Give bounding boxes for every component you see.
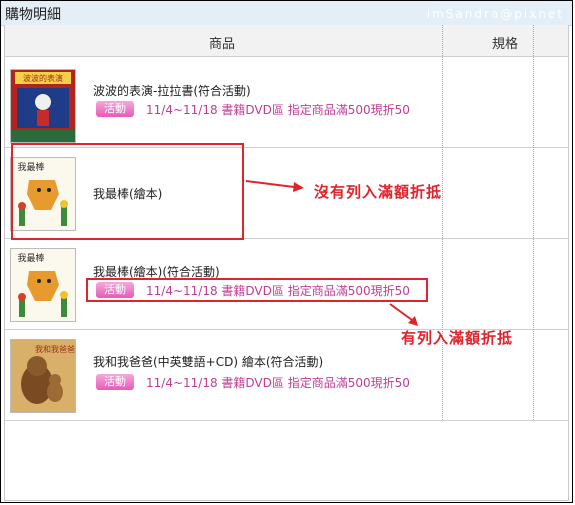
book-cover-image[interactable]: 波波的表演: [10, 69, 76, 143]
cover-title: 我和我爸爸: [35, 344, 75, 354]
annotation-highlight-box: [11, 143, 244, 240]
promo-text[interactable]: 11/4~11/18 書籍DVD區 指定商品滿500現折50: [146, 101, 410, 118]
table-header: 商品 規格: [4, 25, 569, 57]
event-badge[interactable]: 活動: [96, 374, 134, 390]
annotation-label: 有列入滿額折抵: [401, 329, 514, 347]
promo-text[interactable]: 11/4~11/18 書籍DVD區 指定商品滿500現折50: [146, 374, 410, 391]
annotation-highlight-box: [86, 278, 428, 302]
promo-line: 活動 11/4~11/18 書籍DVD區 指定商品滿500現折50: [96, 373, 410, 391]
column-divider: [533, 25, 534, 420]
book-cover-image[interactable]: 我和我爸爸: [10, 339, 76, 413]
book-cover-image[interactable]: 我最棒: [10, 248, 76, 322]
promo-line: 活動 11/4~11/18 書籍DVD區 指定商品滿500現折50: [96, 100, 410, 118]
product-name-link[interactable]: 波波的表演-拉拉書(符合活動): [93, 82, 251, 99]
event-badge[interactable]: 活動: [96, 101, 134, 117]
cover-title: 我最棒: [17, 252, 44, 264]
annotation-label: 沒有列入滿額折抵: [314, 183, 443, 201]
column-header-product: 商品: [209, 37, 236, 52]
product-name-link[interactable]: 我和我爸爸(中英雙語+CD) 繪本(符合活動): [93, 353, 323, 370]
table-row: 波波的表演 波波的表演-拉拉書(符合活動) 活動 11/4~11/18 書籍DV…: [4, 57, 569, 148]
column-header-spec: 規格: [492, 37, 519, 52]
cover-title: 波波的表演: [23, 73, 63, 83]
column-divider: [442, 25, 443, 420]
panel-titlebar: 購物明細 imSandra@pixnet: [1, 1, 572, 26]
panel-title: 購物明細: [5, 7, 61, 23]
arrow-down-icon: [389, 303, 418, 326]
arrow-right-icon: [245, 180, 304, 192]
watermark: imSandra@pixnet: [426, 7, 564, 21]
table-border-bottom: [4, 500, 569, 501]
